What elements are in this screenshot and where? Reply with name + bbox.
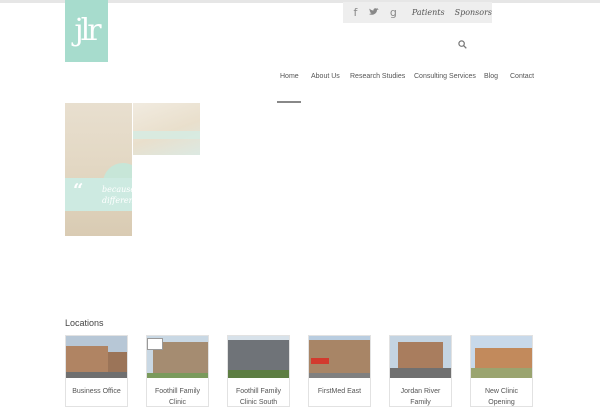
nav-blog[interactable]: Blog <box>484 73 498 80</box>
hero-quote-text: because different <box>102 184 132 206</box>
hero-image-left <box>65 103 132 236</box>
location-label: Business Office <box>72 388 121 395</box>
location-card-new-clinic-opening[interactable]: New Clinic Opening <box>470 335 533 407</box>
photo-building <box>228 340 289 370</box>
location-card-foothill-family-clinic-south[interactable]: Foothill Family Clinic South <box>227 335 290 407</box>
photo-building <box>398 342 443 370</box>
photo-sign <box>311 358 329 364</box>
photo-ground <box>471 368 532 378</box>
location-photo <box>309 336 370 378</box>
location-photo <box>390 336 451 378</box>
location-photo <box>471 336 532 378</box>
photo-ground <box>66 372 127 378</box>
photo-ground <box>147 373 208 378</box>
search-icon[interactable] <box>458 40 467 49</box>
location-card-firstmed-east[interactable]: FirstMed East <box>308 335 371 407</box>
quote-mark-icon: “ <box>73 180 84 201</box>
location-photo <box>147 336 208 378</box>
location-label: New Clinic Opening <box>484 388 519 406</box>
photo-building <box>66 346 108 374</box>
photo-ground <box>390 368 451 378</box>
nav-home[interactable]: Home <box>280 73 299 80</box>
nav-contact[interactable]: Contact <box>510 73 534 80</box>
google-plus-icon[interactable]: g <box>384 6 403 19</box>
sponsors-link[interactable]: Sponsors <box>455 8 492 17</box>
location-label: Jordan River Family <box>400 388 441 406</box>
nav-consulting-services[interactable]: Consulting Services <box>414 73 476 80</box>
photo-building <box>108 352 127 374</box>
photo-sign <box>147 338 163 350</box>
nav-active-indicator <box>277 101 301 103</box>
locations-heading: Locations <box>65 318 104 328</box>
patients-link[interactable]: Patients <box>412 8 445 17</box>
location-card-business-office[interactable]: Business Office <box>65 335 128 407</box>
quote-line-1: because <box>102 185 132 194</box>
twitter-icon[interactable] <box>365 6 384 19</box>
photo-building <box>475 348 532 368</box>
utility-bar: f g Patients Sponsors <box>343 2 492 23</box>
hero-stripe-shape <box>133 131 200 139</box>
location-card-jordan-river-family[interactable]: Jordan River Family <box>389 335 452 407</box>
nav-about-us[interactable]: About Us <box>311 73 340 80</box>
location-label: FirstMed East <box>317 388 362 395</box>
hero-quote-band: “ because different <box>65 178 132 211</box>
site-logo[interactable]: jlr <box>65 0 108 62</box>
location-card-foothill-family-clinic[interactable]: Foothill Family Clinic <box>146 335 209 407</box>
location-label: Foothill Family Clinic South <box>235 388 282 406</box>
logo-text: jlr <box>74 13 101 48</box>
location-photo <box>66 336 127 378</box>
nav-research-studies[interactable]: Research Studies <box>350 73 405 80</box>
location-photo <box>228 336 289 378</box>
hero-image-right <box>133 103 200 155</box>
main-nav: Home About Us Research Studies Consultin… <box>0 73 600 85</box>
location-label: Foothill Family Clinic <box>154 388 201 406</box>
twitter-bird-shape <box>369 8 380 15</box>
photo-building <box>309 340 370 374</box>
quote-line-2: different <box>102 196 132 205</box>
facebook-icon[interactable]: f <box>346 6 365 19</box>
photo-ground <box>309 373 370 378</box>
photo-ground <box>228 370 289 378</box>
